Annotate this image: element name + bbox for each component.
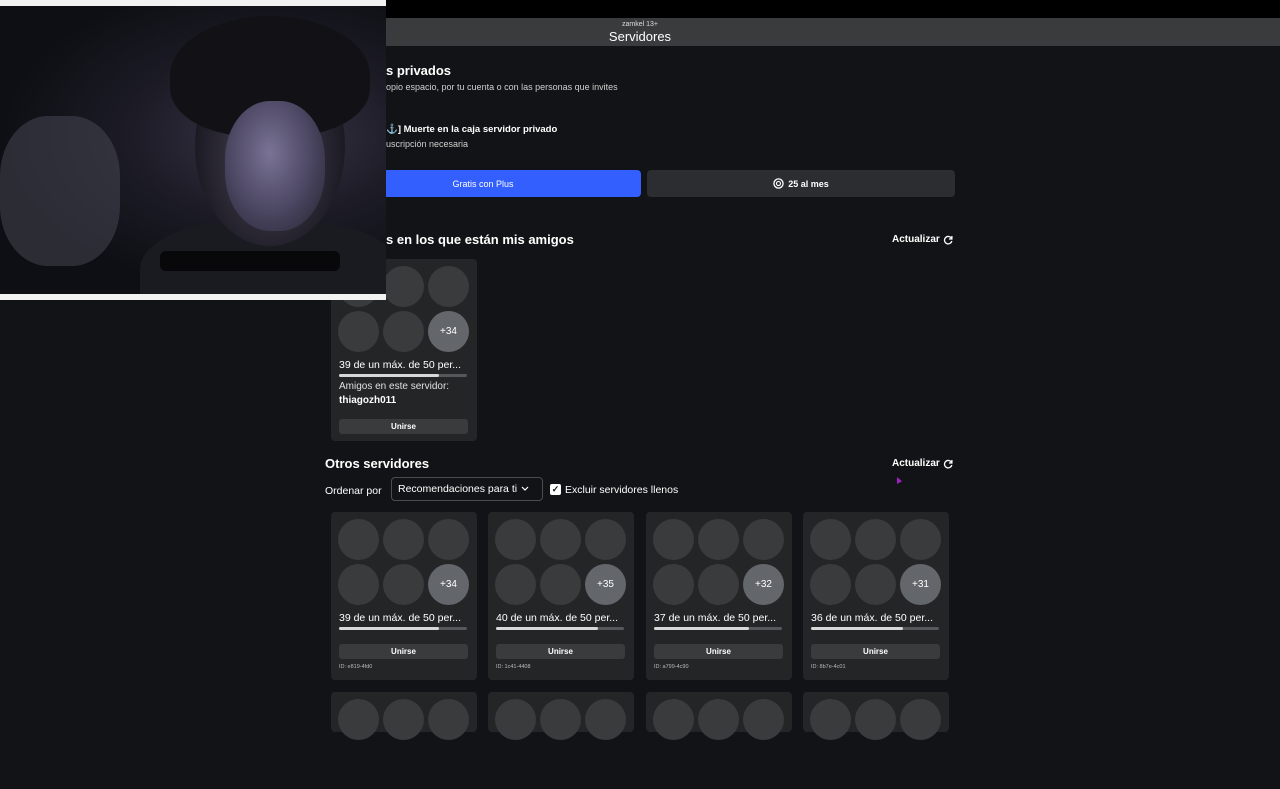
friends-refresh-button[interactable]: Actualizar <box>892 234 953 245</box>
player-avatars <box>653 699 785 789</box>
others-refresh-label: Actualizar <box>892 458 940 469</box>
webcam-overlay <box>0 0 386 300</box>
player-avatar <box>743 519 784 560</box>
sort-label: Ordenar por <box>325 485 382 497</box>
server-card: +31 36 de un máx. de 50 per... Unirse ID: 8… <box>803 512 949 680</box>
more-players-badge: +34 <box>428 311 469 352</box>
server-id: ID: a799-4c90 <box>654 664 689 670</box>
refresh-icon <box>943 235 953 245</box>
join-button[interactable]: Unirse <box>496 644 625 659</box>
join-button[interactable]: Unirse <box>339 419 468 434</box>
player-avatar <box>585 519 626 560</box>
player-avatar <box>428 519 469 560</box>
friend-name[interactable]: thiagozh011 <box>339 395 396 406</box>
player-avatars: +32 <box>653 519 785 609</box>
player-avatar <box>810 564 851 605</box>
buy-private-server-button[interactable]: 25 al mes <box>647 170 955 197</box>
server-card-partial <box>803 692 949 740</box>
server-id: ID: e819-4fd0 <box>339 664 373 670</box>
player-avatar <box>383 311 424 352</box>
player-avatar <box>383 266 424 307</box>
player-count: 39 de un máx. de 50 per... <box>339 359 462 371</box>
more-players-badge: +31 <box>900 564 941 605</box>
server-id: ID: 8b7e-4c01 <box>811 664 846 670</box>
capacity-bar <box>496 627 624 630</box>
sort-dropdown[interactable]: Recomendaciones para ti <box>391 477 543 501</box>
private-servers-title: s privados <box>386 63 452 78</box>
player-avatar <box>338 519 379 560</box>
server-card-partial <box>488 692 634 740</box>
player-avatar <box>338 311 379 352</box>
player-avatar <box>698 519 739 560</box>
webcam-feed <box>0 6 386 294</box>
capacity-fill <box>496 627 599 630</box>
capacity-bar <box>811 627 939 630</box>
server-card-partial <box>331 692 477 740</box>
exclude-full-checkbox[interactable]: ✓ <box>550 484 561 495</box>
player-avatar <box>855 564 896 605</box>
capacity-fill <box>339 374 439 377</box>
player-count: 36 de un máx. de 50 per... <box>811 612 934 624</box>
more-players-badge: +32 <box>743 564 784 605</box>
player-avatar <box>653 564 694 605</box>
player-avatar <box>855 519 896 560</box>
player-count: 39 de un máx. de 50 per... <box>339 612 462 624</box>
player-avatars: +34 <box>338 519 470 609</box>
microphone <box>160 251 340 271</box>
player-avatars <box>338 699 470 789</box>
server-card: +32 37 de un máx. de 50 per... Unirse ID: a… <box>646 512 792 680</box>
join-button[interactable]: Unirse <box>654 644 783 659</box>
server-card: +34 39 de un máx. de 50 per... Unirse ID: e… <box>331 512 477 680</box>
mouse-cursor <box>897 477 902 484</box>
other-servers-title: Otros servidores <box>325 456 430 471</box>
player-avatar <box>540 564 581 605</box>
player-avatar <box>338 564 379 605</box>
player-avatars <box>810 699 942 789</box>
player-avatar <box>810 519 851 560</box>
player-avatar <box>428 266 469 307</box>
more-players-badge: +35 <box>585 564 626 605</box>
background-blur <box>0 116 120 266</box>
buy-price-label: 25 al mes <box>788 178 829 189</box>
player-avatar <box>495 564 536 605</box>
player-avatars <box>495 699 627 789</box>
more-players-badge: +34 <box>428 564 469 605</box>
player-avatar <box>653 519 694 560</box>
friends-refresh-label: Actualizar <box>892 234 940 245</box>
server-card-partial <box>646 692 792 740</box>
private-server-sub: uscripción necesaria <box>386 139 469 149</box>
player-avatar <box>495 519 536 560</box>
player-avatar <box>698 564 739 605</box>
streamer-face <box>225 101 325 231</box>
player-avatars: +35 <box>495 519 627 609</box>
player-avatar <box>383 519 424 560</box>
free-with-plus-label: Gratis con Plus <box>452 178 514 189</box>
capacity-bar <box>339 627 467 630</box>
player-avatar <box>383 564 424 605</box>
player-avatars: +31 <box>810 519 942 609</box>
chevron-down-icon <box>521 486 529 491</box>
exclude-full-label: Excluir servidores llenos <box>565 484 679 496</box>
sort-value: Recomendaciones para ti <box>398 483 518 495</box>
private-server-name: ⚓] Muerte en la caja servidor privado <box>386 124 558 135</box>
capacity-fill <box>811 627 904 630</box>
robux-icon <box>773 178 784 189</box>
friends-servers-title: s en los que están mis amigos <box>386 232 574 247</box>
player-count: 37 de un máx. de 50 per... <box>654 612 777 624</box>
friends-in-server-label: Amigos en este servidor: <box>339 381 450 392</box>
join-button[interactable]: Unirse <box>339 644 468 659</box>
private-servers-desc: opio espacio, por tu cuenta o con las pe… <box>386 82 618 92</box>
capacity-fill <box>339 627 439 630</box>
player-avatar <box>540 519 581 560</box>
server-id: ID: 1c41-4408 <box>496 664 531 670</box>
player-avatar <box>900 519 941 560</box>
others-refresh-button[interactable]: Actualizar <box>892 458 953 469</box>
capacity-fill <box>654 627 749 630</box>
capacity-bar <box>654 627 782 630</box>
join-button[interactable]: Unirse <box>811 644 940 659</box>
refresh-icon <box>943 459 953 469</box>
server-card: +35 40 de un máx. de 50 per... Unirse ID: 1… <box>488 512 634 680</box>
capacity-bar <box>339 374 467 377</box>
player-count: 40 de un máx. de 50 per... <box>496 612 619 624</box>
